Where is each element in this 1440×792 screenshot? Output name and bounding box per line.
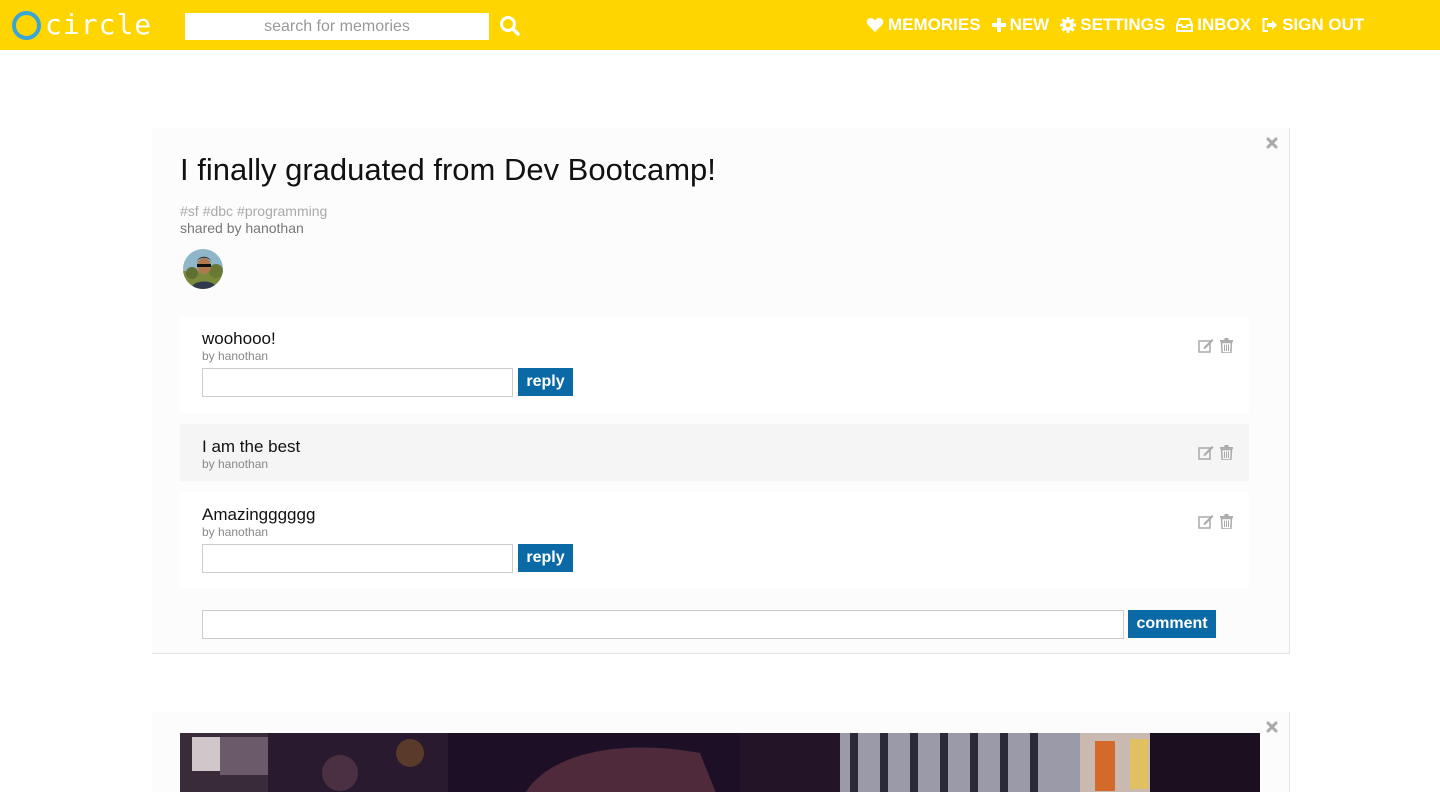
brand-name: circle — [45, 8, 153, 41]
nav-new-label: NEW — [1009, 15, 1050, 34]
search-icon[interactable] — [498, 14, 522, 38]
edit-icon[interactable] — [1198, 338, 1214, 353]
nav-settings[interactable]: SETTINGS — [1060, 15, 1165, 35]
tag-link[interactable]: #sf — [180, 203, 199, 219]
comment-actions — [1198, 338, 1233, 353]
logo[interactable]: circle — [12, 10, 152, 40]
reply-input[interactable] — [202, 544, 513, 573]
search-input[interactable] — [185, 13, 489, 40]
comment-text: I am the best — [202, 437, 301, 456]
heart-icon — [866, 18, 884, 32]
comment-author: by hanothan — [202, 457, 269, 471]
nav-memories-label: MEMORIES — [888, 15, 981, 34]
tag-link[interactable]: #programming — [237, 203, 327, 219]
comment-text: Amazingggggg — [202, 505, 316, 524]
tag-link[interactable]: #dbc — [203, 203, 233, 219]
comment-text: woohooo! — [202, 329, 276, 348]
memory-photo[interactable] — [180, 733, 1260, 792]
close-icon[interactable] — [1265, 720, 1279, 734]
avatar[interactable] — [183, 249, 223, 289]
trash-icon[interactable] — [1220, 338, 1233, 353]
comment-actions — [1198, 514, 1233, 529]
nav-new[interactable]: NEW — [991, 15, 1050, 35]
trash-icon[interactable] — [1220, 445, 1233, 460]
top-navbar: circle MEMORIES NEW — [0, 0, 1440, 50]
sign-out-icon — [1262, 18, 1278, 32]
plus-icon — [991, 18, 1006, 32]
edit-icon[interactable] — [1198, 445, 1214, 460]
logo-circle-icon — [12, 10, 41, 40]
comment-item: I am the best by hanothan — [180, 424, 1249, 481]
comment-button[interactable]: comment — [1128, 610, 1216, 638]
new-comment-input[interactable] — [202, 610, 1124, 639]
inbox-icon — [1176, 18, 1194, 32]
comment-author: by hanothan — [202, 525, 269, 539]
nav-inbox[interactable]: INBOX — [1176, 15, 1251, 35]
nav-inbox-label: INBOX — [1197, 15, 1252, 34]
nav-sign-out-label: SIGN OUT — [1282, 15, 1365, 34]
comment-item: woohooo! by hanothan reply — [180, 317, 1249, 413]
comment-author: by hanothan — [202, 349, 269, 363]
memory-card: I finally graduated from Dev Bootcamp! #… — [152, 128, 1290, 654]
nav-sign-out[interactable]: SIGN OUT — [1262, 15, 1364, 35]
reply-button[interactable]: reply — [518, 368, 573, 396]
comment-item: Amazingggggg by hanothan reply — [180, 492, 1249, 588]
nav-memories[interactable]: MEMORIES — [866, 15, 981, 35]
edit-icon[interactable] — [1198, 514, 1214, 529]
memory-tags: #sf #dbc #programming — [180, 203, 331, 219]
reply-input[interactable] — [202, 368, 513, 397]
shared-by: shared by hanothan — [180, 220, 304, 236]
main-nav: MEMORIES NEW SETTINGS INBOX SIGN OUT — [866, 0, 1375, 50]
gear-icon — [1060, 17, 1077, 33]
comment-actions — [1198, 445, 1233, 460]
trash-icon[interactable] — [1220, 514, 1233, 529]
nav-settings-label: SETTINGS — [1080, 15, 1166, 34]
close-icon[interactable] — [1265, 136, 1279, 150]
memory-title: I finally graduated from Dev Bootcamp! — [180, 152, 716, 187]
reply-button[interactable]: reply — [518, 544, 573, 572]
memory-card — [152, 712, 1290, 792]
